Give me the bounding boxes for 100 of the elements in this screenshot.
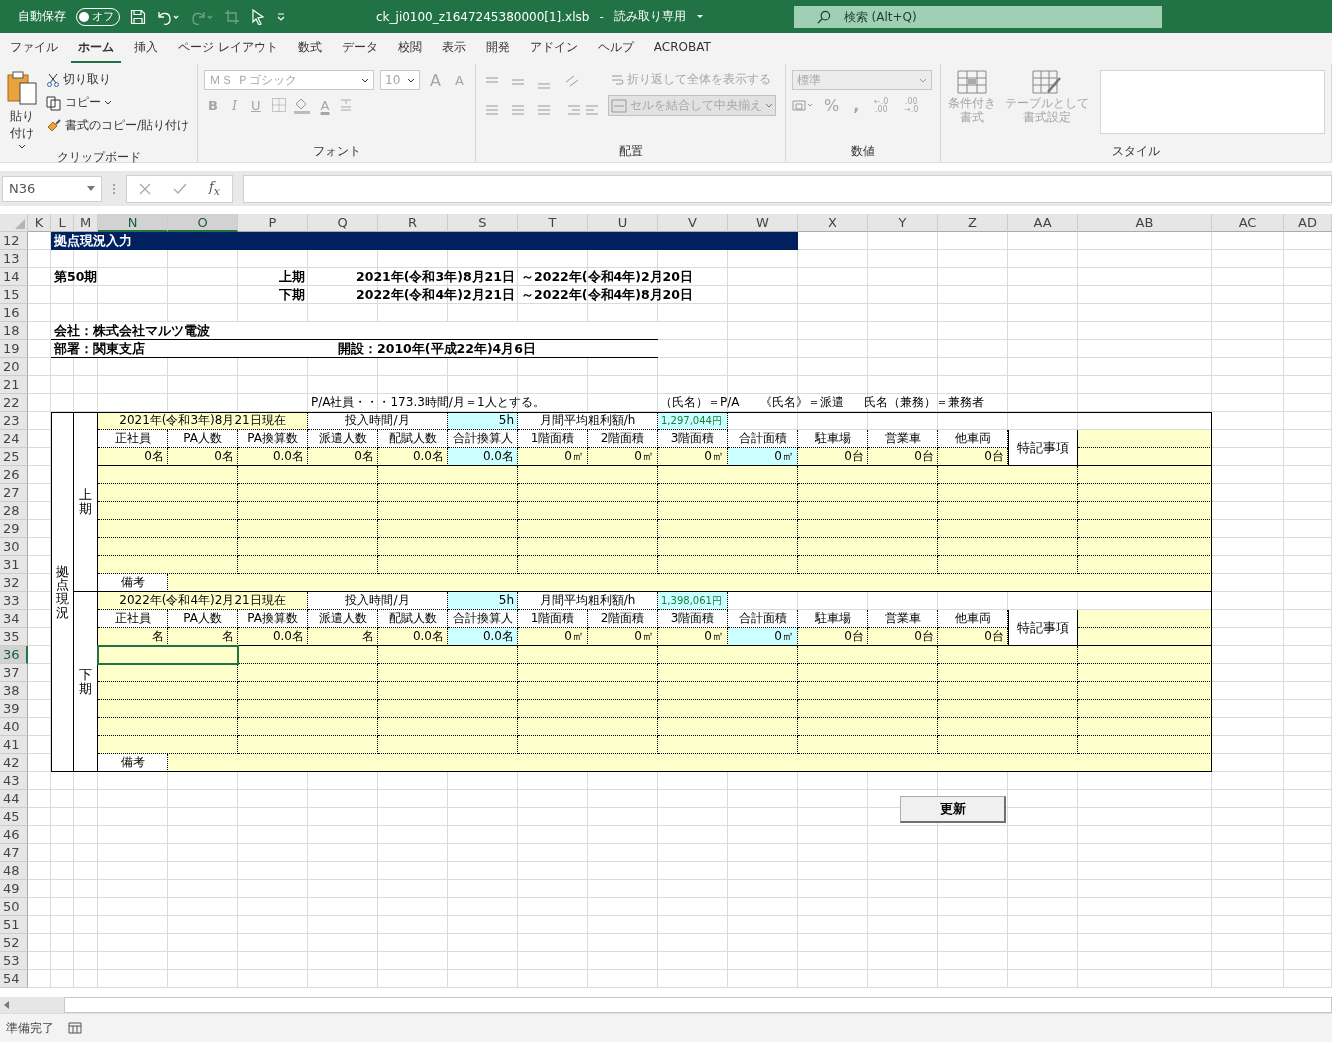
input-cell[interactable] (798, 556, 938, 574)
column-header[interactable]: M (74, 214, 98, 232)
value-cell[interactable]: 0台 (798, 628, 868, 646)
ribbon-tab[interactable]: 挿入 (127, 34, 165, 63)
value-cell[interactable]: 0㎡ (728, 448, 798, 466)
input-cell[interactable] (938, 736, 1078, 754)
row-header[interactable]: 35 (0, 628, 28, 646)
value-cell[interactable]: 0.0名 (448, 628, 518, 646)
input-cell[interactable] (518, 718, 658, 736)
customize-icon[interactable] (276, 11, 286, 22)
input-cell[interactable] (938, 718, 1078, 736)
row-header[interactable]: 52 (0, 934, 28, 952)
row-header[interactable]: 33 (0, 592, 28, 610)
format-painter-button[interactable]: 書式のコピー/貼り付け (44, 116, 192, 135)
column-header[interactable]: AB (1078, 214, 1212, 232)
row-header[interactable]: 36 (0, 646, 28, 664)
update-button[interactable]: 更新 (900, 796, 1006, 823)
input-cell[interactable] (98, 484, 238, 502)
input-cell[interactable] (98, 538, 238, 556)
column-header[interactable]: AD (1284, 214, 1332, 232)
column-header[interactable]: L (51, 214, 74, 232)
column-header[interactable]: Q (308, 214, 378, 232)
input-cell[interactable] (798, 736, 938, 754)
copy-button[interactable]: コピー (44, 93, 192, 112)
input-cell[interactable] (378, 682, 518, 700)
row-header[interactable]: 47 (0, 844, 28, 862)
column-header[interactable]: X (798, 214, 868, 232)
input-cell[interactable] (658, 556, 798, 574)
column-header[interactable]: P (238, 214, 308, 232)
input-cell[interactable] (1078, 628, 1212, 646)
input-cell[interactable] (658, 484, 798, 502)
input-cell[interactable] (238, 556, 378, 574)
row-header[interactable]: 20 (0, 358, 28, 376)
column-header[interactable]: W (728, 214, 798, 232)
input-cell[interactable] (518, 538, 658, 556)
input-cell[interactable] (518, 502, 658, 520)
row-header[interactable]: 15 (0, 286, 28, 304)
row-header[interactable]: 44 (0, 790, 28, 808)
value-cell[interactable]: 0台 (798, 448, 868, 466)
value-cell[interactable]: 0名 (98, 448, 168, 466)
input-cell[interactable] (658, 700, 798, 718)
check-icon[interactable] (173, 182, 187, 195)
input-cell[interactable] (1078, 682, 1212, 700)
input-cell[interactable] (938, 466, 1078, 484)
input-cell[interactable] (518, 682, 658, 700)
input-cell[interactable] (518, 484, 658, 502)
input-cell[interactable] (378, 538, 518, 556)
input-cell[interactable] (378, 484, 518, 502)
row-header[interactable]: 49 (0, 880, 28, 898)
input-cell[interactable] (518, 520, 658, 538)
input-cell[interactable] (1078, 736, 1212, 754)
value-cell[interactable]: 0㎡ (588, 448, 658, 466)
read-only-label[interactable]: 読み取り専用 (613, 8, 686, 25)
input-cell[interactable] (1078, 556, 1212, 574)
row-header[interactable]: 30 (0, 538, 28, 556)
value-cell[interactable]: 0台 (868, 628, 938, 646)
ribbon-tab[interactable]: 表示 (434, 34, 473, 63)
input-cell[interactable] (378, 502, 518, 520)
value-cell[interactable]: 0名 (168, 448, 238, 466)
column-header[interactable]: V (658, 214, 728, 232)
input-cell[interactable] (1078, 448, 1212, 466)
search-field[interactable]: 検索 (Alt+Q) (793, 5, 1162, 28)
input-cell[interactable] (98, 466, 238, 484)
input-cell[interactable] (98, 718, 238, 736)
input-cell[interactable] (658, 538, 798, 556)
input-cell[interactable] (1078, 718, 1212, 736)
ribbon-tab[interactable]: ファイル (3, 34, 65, 63)
row-header[interactable]: 38 (0, 682, 28, 700)
value-cell[interactable]: 0台 (938, 628, 1008, 646)
column-header[interactable]: O (168, 214, 238, 232)
ribbon-tab[interactable]: 数式 (290, 34, 329, 63)
input-cell[interactable] (1078, 484, 1212, 502)
save-icon[interactable] (130, 8, 146, 25)
input-cell[interactable] (938, 682, 1078, 700)
row-header[interactable]: 12 (0, 232, 28, 250)
row-header[interactable]: 46 (0, 826, 28, 844)
input-cell[interactable] (378, 520, 518, 538)
row-header[interactable]: 50 (0, 898, 28, 916)
input-cell[interactable] (1078, 502, 1212, 520)
input-cell[interactable] (238, 664, 378, 682)
input-cell[interactable] (238, 520, 378, 538)
value-cell[interactable]: 0㎡ (728, 628, 798, 646)
column-header[interactable]: R (378, 214, 448, 232)
value-cell[interactable]: 0㎡ (518, 628, 588, 646)
column-header[interactable]: K (28, 214, 51, 232)
value-cell[interactable]: 0.0名 (378, 448, 448, 466)
value-cell[interactable]: 0.0名 (238, 628, 308, 646)
input-cell[interactable] (658, 502, 798, 520)
input-cell[interactable] (1078, 700, 1212, 718)
row-header[interactable]: 18 (0, 322, 28, 340)
row-header[interactable]: 19 (0, 340, 28, 358)
input-cell[interactable] (238, 682, 378, 700)
value-cell[interactable]: 名 (98, 628, 168, 646)
row-header[interactable]: 54 (0, 970, 28, 988)
row-header[interactable]: 16 (0, 304, 28, 322)
row-header[interactable]: 53 (0, 952, 28, 970)
input-cell[interactable] (798, 466, 938, 484)
input-cell[interactable] (1078, 610, 1212, 628)
remarks-field[interactable] (168, 754, 1212, 772)
cut-button[interactable]: 切り取り (44, 70, 192, 89)
